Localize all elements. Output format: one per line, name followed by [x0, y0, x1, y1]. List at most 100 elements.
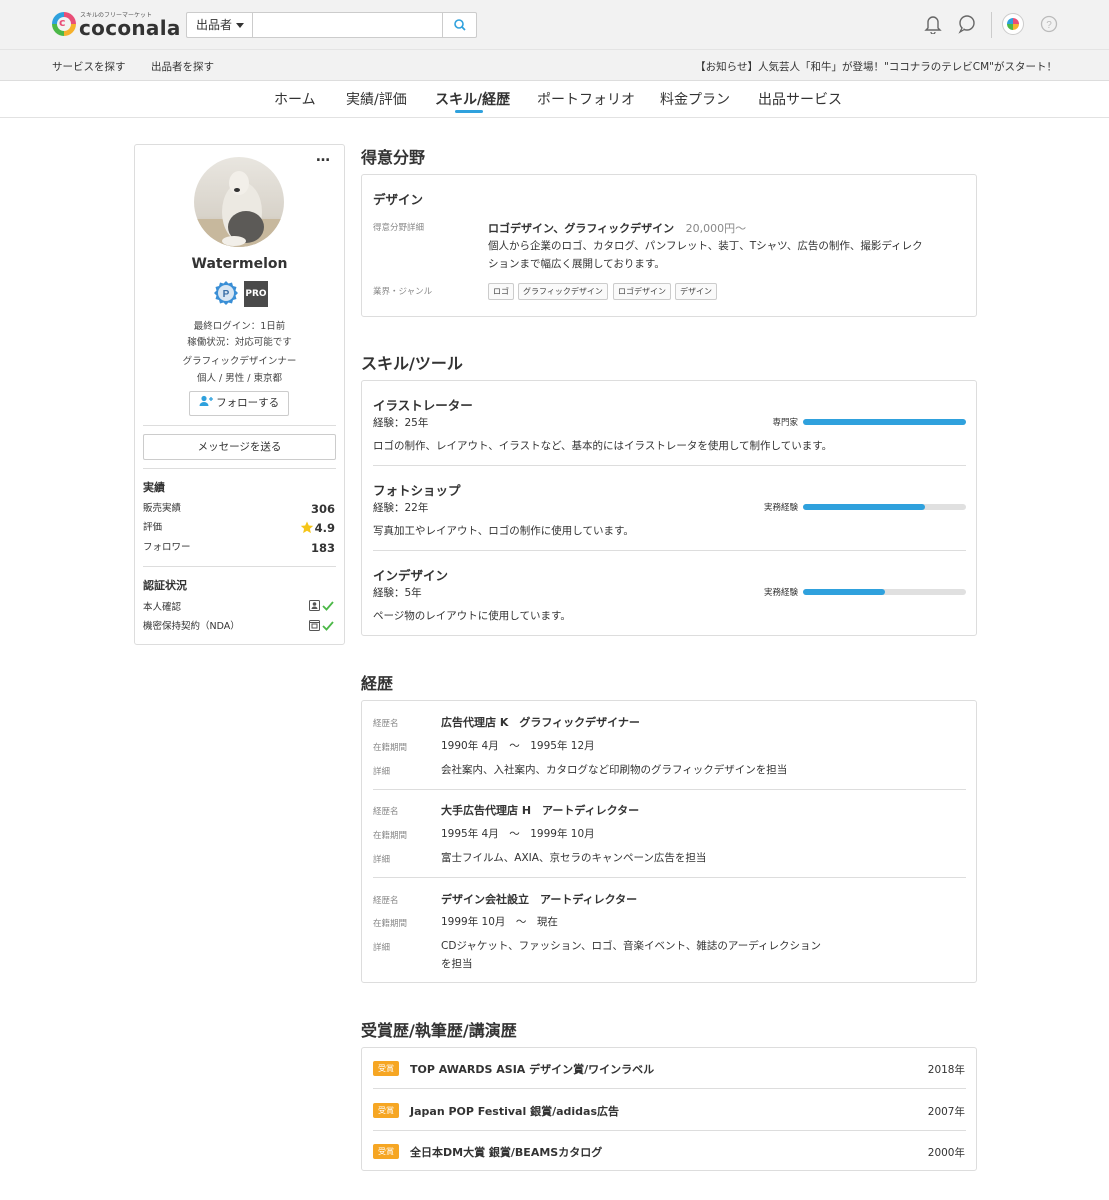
divider — [143, 566, 336, 567]
specialty-desc-line1: 個人から企業のロゴ、カタログ、パンフレット、装丁、Tシャツ、広告の制作、撮影ディ… — [488, 240, 923, 252]
search-type-label: 出品者 — [196, 18, 233, 32]
skill-description: ページ物のレイアウトに使用しています。 — [373, 610, 571, 622]
sales-value: 306 — [310, 502, 335, 516]
career-period-label: 在籍期間 — [373, 831, 408, 841]
specialty-card: デザイン 得意分野詳細 ロゴデザイン、グラフィックデザイン 20,000円〜 個… — [361, 174, 977, 317]
genre-tag[interactable]: ロゴデザイン — [613, 283, 671, 300]
find-service-link[interactable]: サービスを探す — [52, 59, 126, 74]
notice-link[interactable]: 【お知らせ】人気芸人「和牛」が登場！"ココナラのテレビCM"がスタート！ — [695, 59, 1057, 74]
award-year: 2018年 — [927, 1064, 965, 1076]
award-badge: 受賞 — [373, 1144, 399, 1159]
career-detail: 会社案内、入社案内、カタログなど印刷物のグラフィックデザインを担当 — [441, 764, 788, 776]
career-name: デザイン会社設立 アートディレクター — [441, 893, 638, 906]
check-icon — [322, 621, 334, 631]
check-icon — [322, 601, 334, 611]
divider — [373, 877, 966, 878]
tab-skills[interactable]: スキル/経歴 — [435, 89, 510, 109]
genre-label: 業界・ジャンル — [373, 287, 433, 297]
awards-heading: 受賞歴/執筆歴/講演歴 — [361, 1021, 517, 1040]
skill-level-fill — [803, 504, 926, 510]
skill-level-fill — [803, 589, 885, 595]
skill-name: イラストレーター — [373, 398, 473, 413]
career-period: 1990年 4月 〜 1995年 12月 — [441, 740, 595, 752]
award-name: TOP AWARDS ASIA デザイン賞/ワインラベル — [410, 1063, 655, 1076]
utility-bar: サービスを探す 出品者を探す 【お知らせ】人気芸人「和牛」が登場！"ココナラのテ… — [0, 49, 1109, 81]
help-icon[interactable]: ? — [1040, 15, 1058, 33]
career-detail-label: 詳細 — [373, 767, 391, 777]
star-icon — [300, 521, 314, 534]
career-detail-cont: を担当 — [441, 958, 473, 970]
tab-pricing[interactable]: 料金プラン — [660, 89, 730, 109]
top-header: c スキルのフリーマーケット coconala 出品者 ? — [0, 0, 1109, 49]
verify-heading: 認証状況 — [143, 579, 187, 592]
genre-tag[interactable]: グラフィックデザイン — [518, 283, 608, 300]
career-detail-label: 詳細 — [373, 943, 391, 953]
profile-card: … Watermelon P PRO 最終ログイン：1日前 稼働状況：対応可能で… — [134, 144, 345, 645]
tab-home[interactable]: ホーム — [274, 89, 316, 109]
more-options-button[interactable]: … — [316, 149, 331, 165]
search-input[interactable] — [253, 13, 442, 37]
awards-card: 受賞 TOP AWARDS ASIA デザイン賞/ワインラベル 2018年 受賞… — [361, 1047, 977, 1171]
identity-verify-label: 本人確認 — [143, 602, 182, 613]
career-name-label: 経歴名 — [373, 807, 399, 817]
profile-tabs: ホーム 実績/評価 スキル/経歴 ポートフォリオ 料金プラン 出品サービス — [0, 81, 1109, 118]
career-detail: CDジャケット、ファッション、ロゴ、音楽イベント、雑誌のアーディレクション — [441, 940, 821, 952]
career-period: 1999年 10月 〜 現在 — [441, 916, 558, 928]
specialty-detail-label: 得意分野詳細 — [373, 223, 425, 233]
skill-name: インデザイン — [373, 568, 449, 583]
send-message-button[interactable]: メッセージを送る — [143, 434, 336, 460]
id-card-icon — [309, 600, 320, 611]
nda-label: 機密保持契約（NDA） — [143, 621, 240, 632]
skill-experience: 経験：25年 — [373, 417, 429, 429]
sales-label: 販売実績 — [143, 503, 182, 514]
award-badge: 受賞 — [373, 1103, 399, 1118]
bell-icon[interactable] — [924, 14, 942, 34]
divider — [373, 550, 966, 551]
svg-text:?: ? — [1046, 20, 1052, 31]
job-title: グラフィックデザインナー — [182, 356, 297, 367]
follow-button[interactable]: フォローする — [189, 391, 289, 416]
award-year: 2000年 — [927, 1147, 965, 1159]
tab-services[interactable]: 出品サービス — [758, 89, 842, 109]
find-seller-link[interactable]: 出品者を探す — [151, 59, 214, 74]
skill-level-bar — [803, 589, 966, 595]
pro-badge: PRO — [244, 281, 268, 307]
skills-heading: スキル/ツール — [361, 354, 463, 373]
skill-level: 実務経験 — [763, 503, 798, 513]
search-button[interactable] — [442, 13, 476, 37]
search-icon — [454, 19, 466, 31]
tab-results[interactable]: 実績/評価 — [346, 89, 407, 109]
skill-description: 写真加工やレイアウト、ロゴの制作に使用しています。 — [373, 525, 634, 537]
skill-name: フォトショップ — [373, 483, 461, 498]
user-avatar-icon[interactable] — [1002, 13, 1024, 35]
specialty-category: デザイン — [373, 192, 424, 207]
search-type-select[interactable]: 出品者 — [187, 13, 253, 37]
award-year: 2007年 — [927, 1106, 965, 1118]
header-divider — [991, 12, 992, 38]
coconala-logo[interactable]: c スキルのフリーマーケット coconala — [52, 9, 180, 41]
chat-icon[interactable] — [957, 14, 977, 34]
specialty-detail-title: ロゴデザイン、グラフィックデザイン — [488, 222, 675, 235]
logo-mark-icon: c — [52, 12, 76, 36]
award-name: Japan POP Festival 銀賞/adidas広告 — [410, 1105, 620, 1118]
rating-label: 評価 — [143, 522, 163, 533]
career-name: 広告代理店 K グラフィックデザイナー — [441, 716, 640, 729]
add-user-icon — [199, 395, 213, 406]
career-heading: 経歴 — [361, 674, 394, 693]
career-detail: 富士フイルム、AXIA、京セラのキャンペーン広告を担当 — [441, 852, 707, 864]
career-period: 1995年 4月 〜 1999年 10月 — [441, 828, 595, 840]
award-name: 全日本DM大賞 銀賞/BEAMSカタログ — [410, 1146, 603, 1159]
tab-portfolio[interactable]: ポートフォリオ — [537, 89, 635, 109]
results-heading: 実績 — [143, 481, 165, 494]
last-login: 最終ログイン：1日前 — [193, 321, 286, 332]
active-tab-indicator — [455, 110, 483, 113]
genre-tag[interactable]: ロゴ — [488, 283, 514, 300]
rating-value: 4.9 — [314, 521, 335, 535]
skills-card: イラストレーター 経験：25年 専門家 ロゴの制作、レイアウト、イラストなど、基… — [361, 380, 977, 636]
skill-description: ロゴの制作、レイアウト、イラストなど、基本的にはイラストレータを使用して制作して… — [373, 440, 833, 452]
genre-tag[interactable]: デザイン — [675, 283, 717, 300]
divider — [373, 1088, 966, 1089]
divider — [143, 468, 336, 469]
divider — [373, 465, 966, 466]
document-icon — [309, 620, 320, 631]
